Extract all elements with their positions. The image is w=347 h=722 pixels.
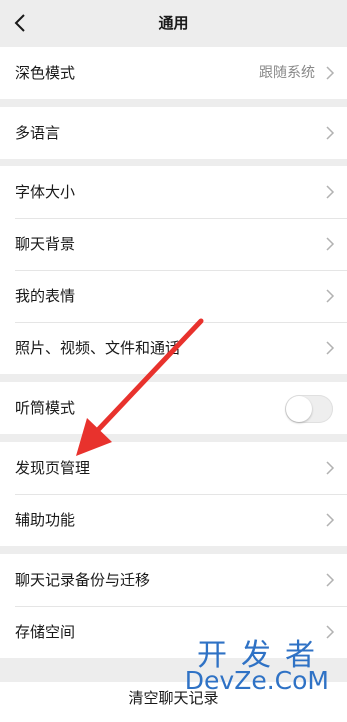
toggle-knob [286,396,312,422]
group-language: 多语言 [0,107,347,159]
row-label: 辅助功能 [15,511,76,529]
row-label: 发现页管理 [15,459,91,477]
chevron-right-icon [326,126,335,140]
group-appearance: 字体大小 聊天背景 我的表情 照片、视频、文件和通话 [0,166,347,374]
row-earpiece-mode: 听筒模式 [0,382,347,434]
row-accessibility[interactable]: 辅助功能 [0,494,347,546]
clear-chat-history-button[interactable]: 清空聊天记录 [0,682,347,722]
row-label: 字体大小 [15,183,76,201]
chevron-right-icon [326,341,335,355]
row-dark-mode[interactable]: 深色模式 跟随系统 [0,47,347,99]
row-discover-management[interactable]: 发现页管理 [0,442,347,494]
row-media-files-calls[interactable]: 照片、视频、文件和通话 [0,322,347,374]
row-label: 存储空间 [15,623,76,641]
row-label: 我的表情 [15,287,76,305]
chevron-right-icon [326,573,335,587]
row-my-stickers[interactable]: 我的表情 [0,270,347,322]
chevron-right-icon [326,625,335,639]
group-earpiece: 听筒模式 [0,382,347,434]
chevron-right-icon [326,461,335,475]
chevron-right-icon [326,237,335,251]
row-chat-background[interactable]: 聊天背景 [0,218,347,270]
group-discover: 发现页管理 辅助功能 [0,442,347,546]
row-label: 多语言 [15,124,61,142]
page-title: 通用 [158,14,189,32]
chevron-right-icon [326,289,335,303]
row-storage-space[interactable]: 存储空间 [0,606,347,658]
nav-bar: 通用 [0,0,347,47]
group-storage: 聊天记录备份与迁移 存储空间 [0,554,347,658]
row-value: 跟随系统 [259,65,315,81]
row-chat-backup-migration[interactable]: 聊天记录备份与迁移 [0,554,347,606]
chevron-right-icon [326,66,335,80]
row-label: 聊天记录备份与迁移 [15,571,151,589]
chevron-right-icon [326,185,335,199]
row-font-size[interactable]: 字体大小 [0,166,347,218]
row-language[interactable]: 多语言 [0,107,347,159]
row-label: 聊天背景 [15,235,76,253]
group-display: 深色模式 跟随系统 [0,47,347,99]
chevron-right-icon [326,513,335,527]
row-label: 深色模式 [15,64,76,82]
earpiece-mode-toggle[interactable] [285,395,333,423]
clear-chat-history-label: 清空聊天记录 [128,689,219,707]
row-label: 照片、视频、文件和通话 [15,339,181,357]
row-label: 听筒模式 [15,399,76,417]
